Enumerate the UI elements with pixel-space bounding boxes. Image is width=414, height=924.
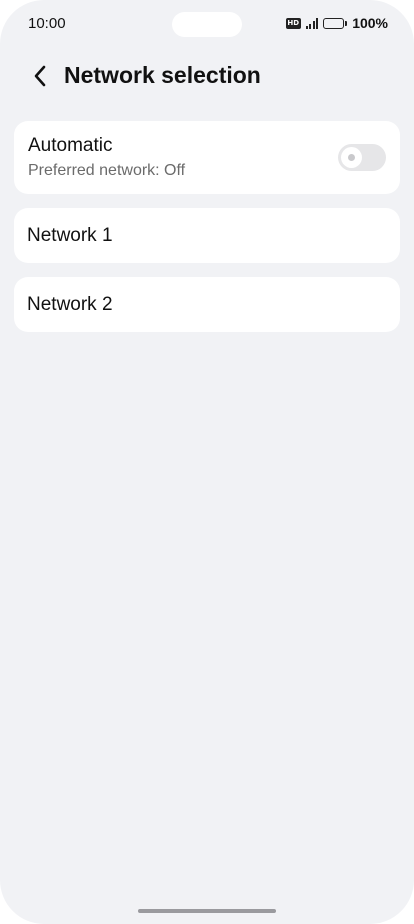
- network-label: Network 1: [27, 225, 113, 246]
- status-indicators: HD 100%: [285, 15, 388, 31]
- battery-icon: [323, 17, 348, 29]
- automatic-toggle[interactable]: [338, 144, 386, 171]
- automatic-setting-card: Automatic Preferred network: Off: [14, 121, 400, 194]
- status-bar: 10:00 HD 100%: [0, 0, 414, 48]
- signal-icon: [305, 17, 319, 29]
- chevron-left-icon: [34, 65, 46, 87]
- battery-percent: 100%: [352, 15, 388, 31]
- screen: 10:00 HD 100% Network selection Automati…: [0, 0, 414, 924]
- network-item[interactable]: Network 1: [14, 208, 400, 263]
- preferred-network-status: Preferred network: Off: [28, 162, 186, 179]
- status-time: 10:00: [28, 15, 66, 32]
- camera-cutout: [172, 12, 242, 37]
- toggle-knob: [341, 147, 362, 168]
- hd-icon: HD: [285, 17, 301, 29]
- automatic-title: Automatic: [28, 135, 113, 156]
- network-item[interactable]: Network 2: [14, 277, 400, 332]
- network-label: Network 2: [27, 294, 113, 315]
- home-indicator[interactable]: [138, 909, 276, 913]
- back-button[interactable]: [24, 60, 56, 92]
- page-title: Network selection: [64, 62, 261, 88]
- header: Network selection: [0, 56, 414, 96]
